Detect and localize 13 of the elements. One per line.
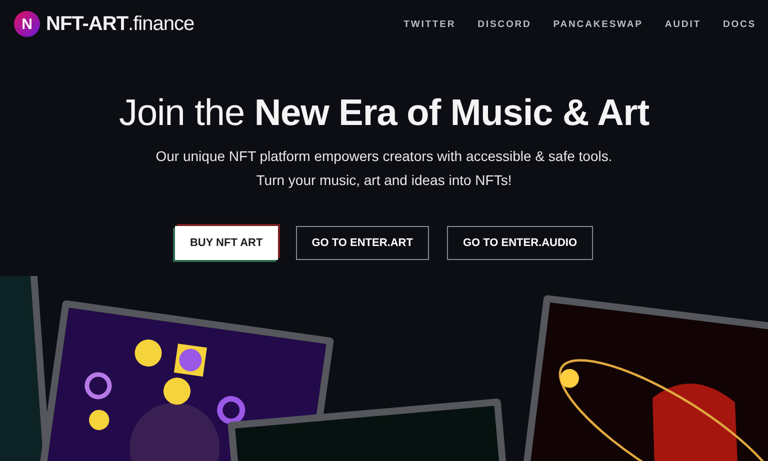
nav-link[interactable]: DOCS (722, 18, 756, 30)
nav-link[interactable]: AUDIT (664, 18, 701, 30)
logo-text[interactable]: NFT-ART.finance (46, 12, 194, 36)
hero-subtitle: Our unique NFT platform empowers creators with accessible & safe tools. (156, 148, 612, 164)
nav-link[interactable]: DISCORD (478, 18, 532, 30)
link-button[interactable]: GO TO ENTER.AUDIO (446, 226, 594, 260)
buy-button[interactable]: BUY NFT ART (174, 226, 278, 260)
nav-link[interactable]: TWITTER (404, 18, 456, 30)
logo-icon: N (14, 11, 40, 37)
hero-headline: Join the New Era of Music & Art (118, 92, 650, 134)
nav-link[interactable]: PANCAKESWAP (553, 18, 643, 30)
link-button[interactable]: GO TO ENTER.ART (296, 226, 429, 260)
hero-subtitle: Turn your music, art and ideas into NFTs! (256, 172, 512, 188)
